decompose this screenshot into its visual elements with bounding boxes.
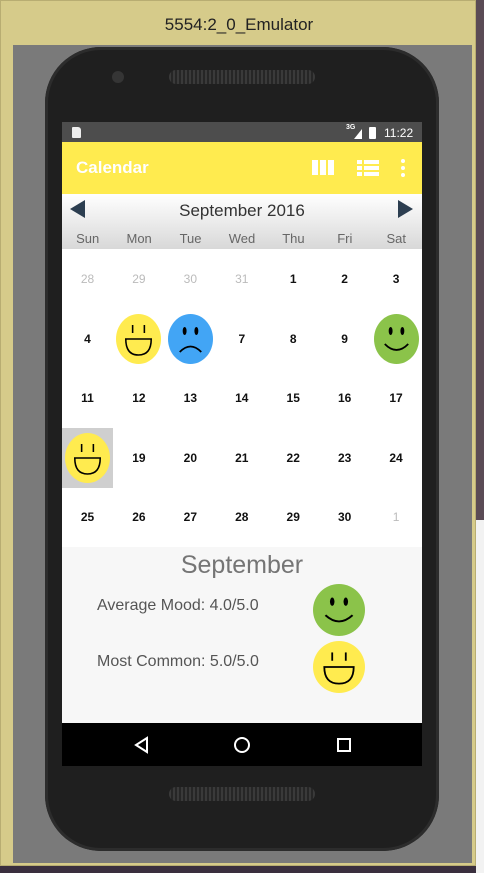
- ecstatic-face-icon: [116, 313, 162, 364]
- weekday-label: Wed: [228, 231, 256, 246]
- calendar-day[interactable]: 24: [371, 428, 422, 488]
- weekday-label: Mon: [126, 231, 152, 246]
- calendar-day[interactable]: 15: [268, 368, 319, 428]
- list-view-icon[interactable]: [356, 156, 380, 180]
- calendar-day[interactable]: 20: [165, 428, 216, 488]
- calendar-day[interactable]: 13: [165, 368, 216, 428]
- calendar-day[interactable]: 2: [319, 249, 370, 309]
- calendar-day[interactable]: 25: [62, 487, 113, 547]
- back-icon[interactable]: [132, 735, 152, 755]
- front-camera: [112, 71, 124, 83]
- week-view-icon[interactable]: [311, 156, 335, 180]
- sad-face-icon: [167, 313, 213, 364]
- battery-icon: [369, 127, 376, 139]
- signal-icon: [354, 129, 362, 139]
- calendar-day[interactable]: 12: [113, 368, 164, 428]
- top-speaker: [169, 70, 315, 84]
- sd-card-icon: [72, 127, 81, 138]
- calendar-day-mood[interactable]: [165, 309, 216, 369]
- calendar-day-mood[interactable]: [113, 309, 164, 369]
- ecstatic-face-icon: [65, 432, 110, 483]
- weekday-label: Fri: [337, 231, 353, 246]
- weekday-label: Thu: [282, 231, 305, 246]
- home-icon[interactable]: [232, 735, 252, 755]
- calendar-day[interactable]: 11: [62, 368, 113, 428]
- weekday-label: Sun: [76, 231, 100, 246]
- calendar-day-mood[interactable]: [62, 427, 113, 488]
- background-window: [476, 520, 484, 873]
- phone-screen: 3G 11:22 Calendar September 2016 Sun Mon T…: [62, 122, 422, 766]
- app-title: Calendar: [76, 158, 149, 177]
- calendar-day-outside[interactable]: 1: [371, 487, 422, 547]
- weekday-label: Tue: [179, 231, 202, 246]
- calendar-day-outside[interactable]: 28: [62, 249, 113, 309]
- calendar-day[interactable]: 17: [371, 368, 422, 428]
- calendar-day[interactable]: 29: [268, 487, 319, 547]
- calendar-day[interactable]: 27: [165, 487, 216, 547]
- summary-title: September: [180, 551, 304, 579]
- calendar-day[interactable]: 23: [319, 428, 370, 488]
- calendar-day[interactable]: 8: [268, 309, 319, 369]
- bottom-speaker: [169, 787, 315, 801]
- month-label: September 2016: [179, 201, 305, 220]
- calendar-day[interactable]: 21: [216, 428, 267, 488]
- navigation-bar: [62, 723, 422, 766]
- calendar-day[interactable]: 7: [216, 309, 267, 369]
- most-common-label: Most Common: 5.0/5.0: [97, 653, 259, 670]
- next-month-icon[interactable]: [398, 200, 413, 218]
- weekday-label: Sat: [386, 231, 406, 246]
- calendar-day[interactable]: 4: [62, 309, 113, 369]
- calendar-grid: 28 29 30 31 1 2 3 4 7 8 9 11 12 13 14 15 16 17 19 20 21 22 23 2…: [62, 249, 422, 547]
- calendar-header: September 2016 Sun Mon Tue Wed Thu Fri Sat: [62, 194, 422, 249]
- calendar-day-outside[interactable]: 29: [113, 249, 164, 309]
- calendar-day[interactable]: 1: [268, 249, 319, 309]
- calendar-day[interactable]: 26: [113, 487, 164, 547]
- calendar-day[interactable]: 3: [371, 249, 422, 309]
- calendar-day-mood[interactable]: [371, 309, 422, 369]
- calendar-day[interactable]: 30: [319, 487, 370, 547]
- most-common-mood-icon: [313, 641, 365, 693]
- app-bar: Calendar: [62, 142, 422, 194]
- month-summary: September Average Mood: 4.0/5.0 Most Com…: [62, 547, 422, 723]
- calendar-day[interactable]: 14: [216, 368, 267, 428]
- desktop-background: [476, 0, 484, 873]
- calendar-day[interactable]: 9: [319, 309, 370, 369]
- emulator-title: 5554:2_0_Emulator: [164, 15, 314, 34]
- status-time: 11:22: [384, 126, 414, 140]
- status-bar: 3G 11:22: [62, 122, 422, 142]
- calendar-day-outside[interactable]: 31: [216, 249, 267, 309]
- calendar-day[interactable]: 22: [268, 428, 319, 488]
- calendar-day-outside[interactable]: 30: [165, 249, 216, 309]
- happy-face-icon: [373, 313, 419, 364]
- calendar-day[interactable]: 28: [216, 487, 267, 547]
- more-vert-icon[interactable]: [397, 156, 409, 180]
- calendar-day[interactable]: 16: [319, 368, 370, 428]
- weekday-row: Sun Mon Tue Wed Thu Fri Sat: [62, 231, 422, 249]
- calendar-day[interactable]: 19: [113, 428, 164, 488]
- average-mood-icon: [313, 584, 365, 636]
- recents-icon[interactable]: [334, 735, 354, 755]
- average-mood-label: Average Mood: 4.0/5.0: [97, 597, 259, 614]
